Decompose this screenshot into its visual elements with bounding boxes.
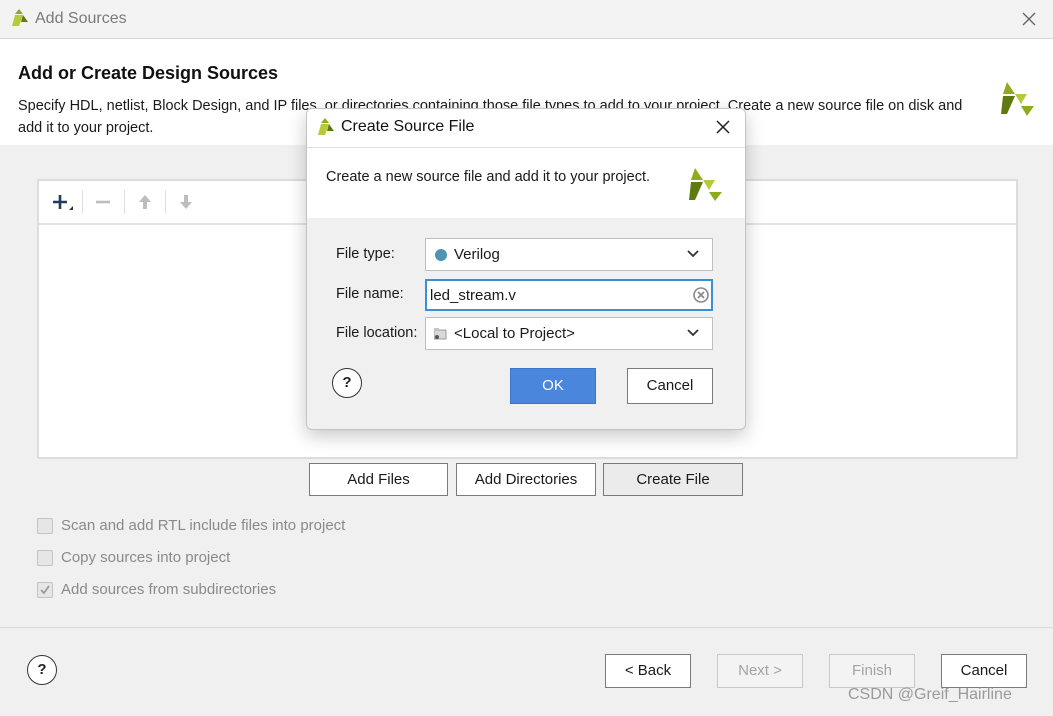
clear-input-icon[interactable] xyxy=(693,287,709,307)
next-button[interactable]: Next > xyxy=(717,654,803,688)
page-title: Add or Create Design Sources xyxy=(18,63,279,83)
create-file-button[interactable]: Create File xyxy=(603,463,743,496)
dialog-description: Create a new source file and add it to y… xyxy=(326,169,651,185)
arrow-down-icon xyxy=(180,195,192,209)
add-subdirs-checkbox[interactable] xyxy=(37,582,53,598)
folder-icon xyxy=(434,328,447,340)
file-type-value: Verilog xyxy=(454,246,500,263)
close-icon[interactable] xyxy=(1019,9,1039,29)
scan-rtl-label: Scan and add RTL include files into proj… xyxy=(61,517,346,534)
dialog-title: Create Source File xyxy=(341,118,475,135)
vivado-logo-icon xyxy=(315,117,335,141)
chevron-down-icon xyxy=(687,329,699,337)
vivado-logo-icon xyxy=(9,8,29,32)
file-location-select[interactable]: <Local to Project> xyxy=(425,317,713,350)
checkmark-icon xyxy=(40,585,50,595)
watermark-text: CSDN @Greif_Hairline xyxy=(848,686,1012,703)
file-name-label: File name: xyxy=(336,286,404,302)
cancel-button[interactable]: Cancel xyxy=(941,654,1027,688)
copy-sources-label: Copy sources into project xyxy=(61,549,231,566)
toolbar-divider xyxy=(82,190,83,214)
minus-icon xyxy=(96,200,110,204)
move-down-button[interactable] xyxy=(172,189,200,215)
file-location-value: <Local to Project> xyxy=(454,325,575,342)
finish-button[interactable]: Finish xyxy=(829,654,915,688)
file-location-label: File location: xyxy=(336,325,418,341)
help-button[interactable]: ? xyxy=(27,655,57,685)
toolbar-divider xyxy=(124,190,125,214)
file-type-label: File type: xyxy=(336,246,395,262)
ok-button[interactable]: OK xyxy=(510,368,596,404)
window-title: Add Sources xyxy=(35,10,127,27)
arrow-up-icon xyxy=(139,195,151,209)
chevron-down-icon xyxy=(687,250,699,258)
vivado-logo-icon xyxy=(685,166,725,206)
scan-rtl-checkbox[interactable] xyxy=(37,518,53,534)
add-source-button[interactable] xyxy=(48,189,76,215)
add-files-button[interactable]: Add Files xyxy=(309,463,448,496)
file-type-select[interactable]: Verilog xyxy=(425,238,713,271)
dialog-cancel-button[interactable]: Cancel xyxy=(627,368,713,404)
file-name-input[interactable] xyxy=(425,279,713,311)
dialog-titlebar: Create Source File xyxy=(307,109,745,147)
add-subdirs-label: Add sources from subdirectories xyxy=(61,581,277,598)
vivado-logo-icon xyxy=(997,80,1037,122)
toolbar-divider xyxy=(165,190,166,214)
dialog-help-button[interactable]: ? xyxy=(332,368,362,398)
add-directories-button[interactable]: Add Directories xyxy=(456,463,596,496)
verilog-dot-icon xyxy=(435,249,447,261)
plus-icon xyxy=(53,195,73,210)
create-source-file-dialog: Create Source File Create a new source f… xyxy=(306,108,746,430)
move-up-button[interactable] xyxy=(131,189,159,215)
back-button[interactable]: < Back xyxy=(605,654,691,688)
remove-source-button[interactable] xyxy=(90,189,118,215)
dialog-header: Create a new source file and add it to y… xyxy=(307,147,745,218)
window-titlebar: Add Sources xyxy=(0,0,1053,39)
copy-sources-checkbox[interactable] xyxy=(37,550,53,566)
dialog-close-icon[interactable] xyxy=(713,117,733,137)
